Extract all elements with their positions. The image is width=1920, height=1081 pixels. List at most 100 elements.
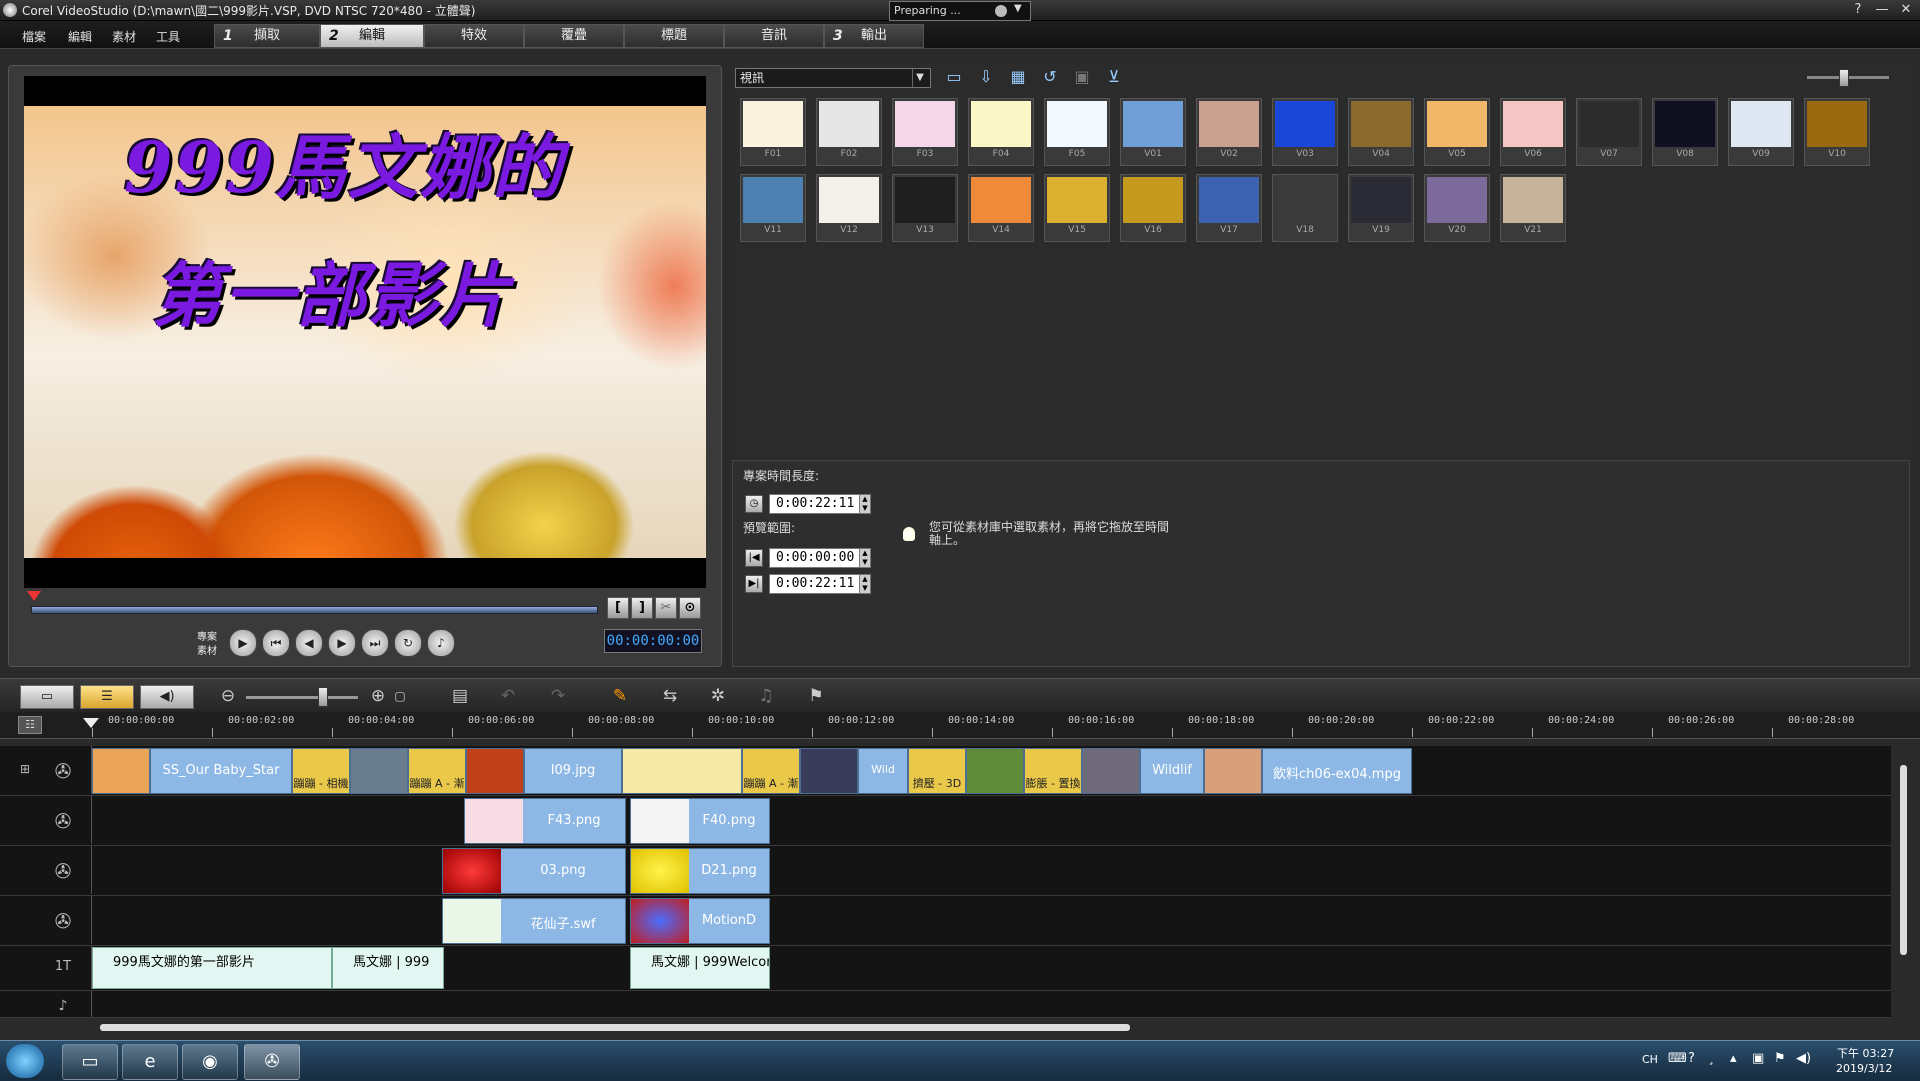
menu-edit[interactable]: 編輯 xyxy=(68,28,92,45)
help-button[interactable]: ? xyxy=(1847,1,1869,19)
timeline-clip[interactable]: D21.png xyxy=(630,848,770,894)
show-hidden-icon[interactable]: ▴ xyxy=(1730,1051,1737,1066)
timeline-clip[interactable]: F40.png xyxy=(630,798,770,844)
batch-convert-icon[interactable]: ⇆ xyxy=(656,684,684,708)
timeline-clip[interactable] xyxy=(966,748,1024,794)
chevron-down-icon[interactable]: ▼ xyxy=(1014,3,1022,14)
track-settings-icon[interactable]: ⊞ xyxy=(20,762,42,778)
chevron-down-icon[interactable]: ▼ xyxy=(912,69,927,87)
overlay-track-2-area[interactable]: 03.png D21.png xyxy=(91,846,1891,894)
timeline-clip[interactable]: 蹦蹦 A - 漸 xyxy=(408,748,466,794)
audio-view-button[interactable]: ◀) xyxy=(140,685,194,709)
overlay-track-icon[interactable]: ✇ xyxy=(48,906,78,936)
help-tray-icon[interactable]: ? xyxy=(1688,1051,1695,1066)
library-thumbnail[interactable]: V05 xyxy=(1424,98,1490,166)
step-effect[interactable]: 特效 xyxy=(424,24,524,48)
videostudio-taskbar-icon[interactable]: ✇ xyxy=(244,1044,300,1080)
library-thumbnail[interactable]: F01 xyxy=(740,98,806,166)
timeline-clip[interactable]: 擠壓 - 3D xyxy=(908,748,966,794)
timeline-vertical-scrollbar[interactable] xyxy=(1900,765,1907,955)
step-share[interactable]: 3 輸出 xyxy=(824,24,924,48)
step-title[interactable]: 標題 xyxy=(624,24,724,48)
title-clip[interactable]: 馬文娜 | 999 xyxy=(332,947,444,989)
library-thumbnail[interactable]: V14 xyxy=(968,174,1034,242)
timeline-zoom-slider[interactable] xyxy=(246,696,358,699)
zoom-out-icon[interactable]: ⊖ xyxy=(214,684,242,708)
refresh-icon[interactable]: ↺ xyxy=(1038,66,1062,88)
music-track-area[interactable] xyxy=(91,991,1891,1017)
timeline-clip[interactable] xyxy=(466,748,524,794)
library-thumbnail[interactable]: F04 xyxy=(968,98,1034,166)
library-thumbnail[interactable]: V04 xyxy=(1348,98,1414,166)
library-thumbnail[interactable]: V10 xyxy=(1804,98,1870,166)
library-thumbnail[interactable]: F02 xyxy=(816,98,882,166)
mode-clip-label[interactable]: 素材 xyxy=(197,642,217,657)
library-thumbnail[interactable]: V02 xyxy=(1196,98,1262,166)
timeline-ruler[interactable]: ☷ 00:00:00:00 00:00:02:00 00:00:04:00 00:00… xyxy=(0,712,1920,739)
undo-icon[interactable]: ↶ xyxy=(494,684,522,708)
preview-screen[interactable]: 999馬文娜的 第一部影片 xyxy=(24,76,706,588)
title-clip[interactable]: 999馬文娜的第一部影片 xyxy=(92,947,332,989)
clock-time[interactable]: 下午 03:27 xyxy=(1837,1045,1894,1061)
timeline-clip[interactable] xyxy=(800,748,858,794)
import-icon[interactable]: ⇩ xyxy=(974,66,998,88)
duration-field[interactable]: 0:00:22:11 xyxy=(769,494,863,514)
step-audio[interactable]: 音訊 xyxy=(724,24,824,48)
split-clip-button[interactable]: ✂ xyxy=(655,597,677,619)
timeline-zoom-handle[interactable] xyxy=(318,687,328,707)
library-thumbnail[interactable]: V11 xyxy=(740,174,806,242)
smart-proxy-icon[interactable]: ✎ xyxy=(606,684,634,708)
library-thumbnail[interactable]: V18 xyxy=(1272,174,1338,242)
timeline-clip[interactable]: F43.png xyxy=(464,798,626,844)
expand-icon[interactable]: ⊻ xyxy=(1102,66,1126,88)
timeline-clip[interactable]: 膨脹 - 置換 xyxy=(1024,748,1082,794)
track-menu-icon[interactable]: ☷ xyxy=(18,716,42,734)
duration-spinner[interactable]: ▲ ▼ xyxy=(859,494,871,514)
library-category-select[interactable]: 視訊 ▼ xyxy=(735,68,931,88)
timeline-clip[interactable] xyxy=(92,748,150,794)
timeline-clip[interactable]: I09.jpg xyxy=(524,748,622,794)
library-thumbnail[interactable]: V15 xyxy=(1044,174,1110,242)
library-thumbnail[interactable]: V20 xyxy=(1424,174,1490,242)
step-overlay[interactable]: 覆疊 xyxy=(524,24,624,48)
timeline-clip[interactable] xyxy=(1204,748,1262,794)
clock-date[interactable]: 2019/3/12 xyxy=(1836,1062,1892,1075)
action-center-icon[interactable]: ⚑ xyxy=(1774,1051,1786,1066)
status-dropdown[interactable]: Preparing ... ▼ xyxy=(889,1,1031,21)
title-track-icon[interactable]: 1T xyxy=(48,952,78,982)
library-thumbnail[interactable]: V03 xyxy=(1272,98,1338,166)
range-start-spinner[interactable]: ▲ ▼ xyxy=(859,548,871,568)
timeline-clip[interactable]: Wildlif xyxy=(1140,748,1204,794)
sort-icon[interactable]: ▦ xyxy=(1006,66,1030,88)
network-icon[interactable]: ▣ xyxy=(1752,1051,1764,1066)
track-manager-icon[interactable]: ✲ xyxy=(704,684,732,708)
library-thumbnail[interactable]: V08 xyxy=(1652,98,1718,166)
timeline-clip[interactable]: MotionD xyxy=(630,898,770,944)
library-thumbnail[interactable]: V17 xyxy=(1196,174,1262,242)
timeline-clip[interactable]: 蹦蹦 - 相機 xyxy=(292,748,350,794)
title-track-area[interactable]: 999馬文娜的第一部影片 馬文娜 | 999 馬文娜 | 999Welcome xyxy=(91,946,1891,989)
language-indicator[interactable]: CH xyxy=(1642,1053,1658,1066)
volume-tray-icon[interactable]: ◀) xyxy=(1796,1051,1811,1066)
range-end-field[interactable]: 0:00:22:11 xyxy=(769,574,863,594)
menu-tools[interactable]: 工具 xyxy=(156,28,180,45)
start-button[interactable] xyxy=(6,1044,44,1078)
timeline-clip[interactable]: 03.png xyxy=(442,848,626,894)
close-button[interactable]: ✕ xyxy=(1895,1,1917,19)
library-thumbnail[interactable]: V07 xyxy=(1576,98,1642,166)
go-end-icon[interactable]: ⏭ xyxy=(361,629,389,657)
chrome-icon[interactable]: ◉ xyxy=(182,1044,238,1080)
internet-explorer-icon[interactable]: e xyxy=(122,1044,178,1080)
mode-project-label[interactable]: 專案 xyxy=(197,628,217,643)
go-start-icon[interactable]: ⏮ xyxy=(262,629,290,657)
timeline-clip[interactable]: SS_Our Baby_Star xyxy=(150,748,292,794)
overlay-track-icon[interactable]: ✇ xyxy=(48,856,78,886)
library-thumbnail[interactable]: F05 xyxy=(1044,98,1110,166)
menu-clip[interactable]: 素材 xyxy=(112,28,136,45)
prev-frame-icon[interactable]: ◀ xyxy=(295,629,323,657)
explorer-icon[interactable]: ▭ xyxy=(62,1044,118,1080)
storyboard-view-button[interactable]: ▭ xyxy=(20,685,74,709)
overlay-track-icon[interactable]: ✇ xyxy=(48,806,78,836)
timeline-clip[interactable]: 蹦蹦 A - 漸 xyxy=(742,748,800,794)
timeline-view-button[interactable]: ☰ xyxy=(80,685,134,709)
